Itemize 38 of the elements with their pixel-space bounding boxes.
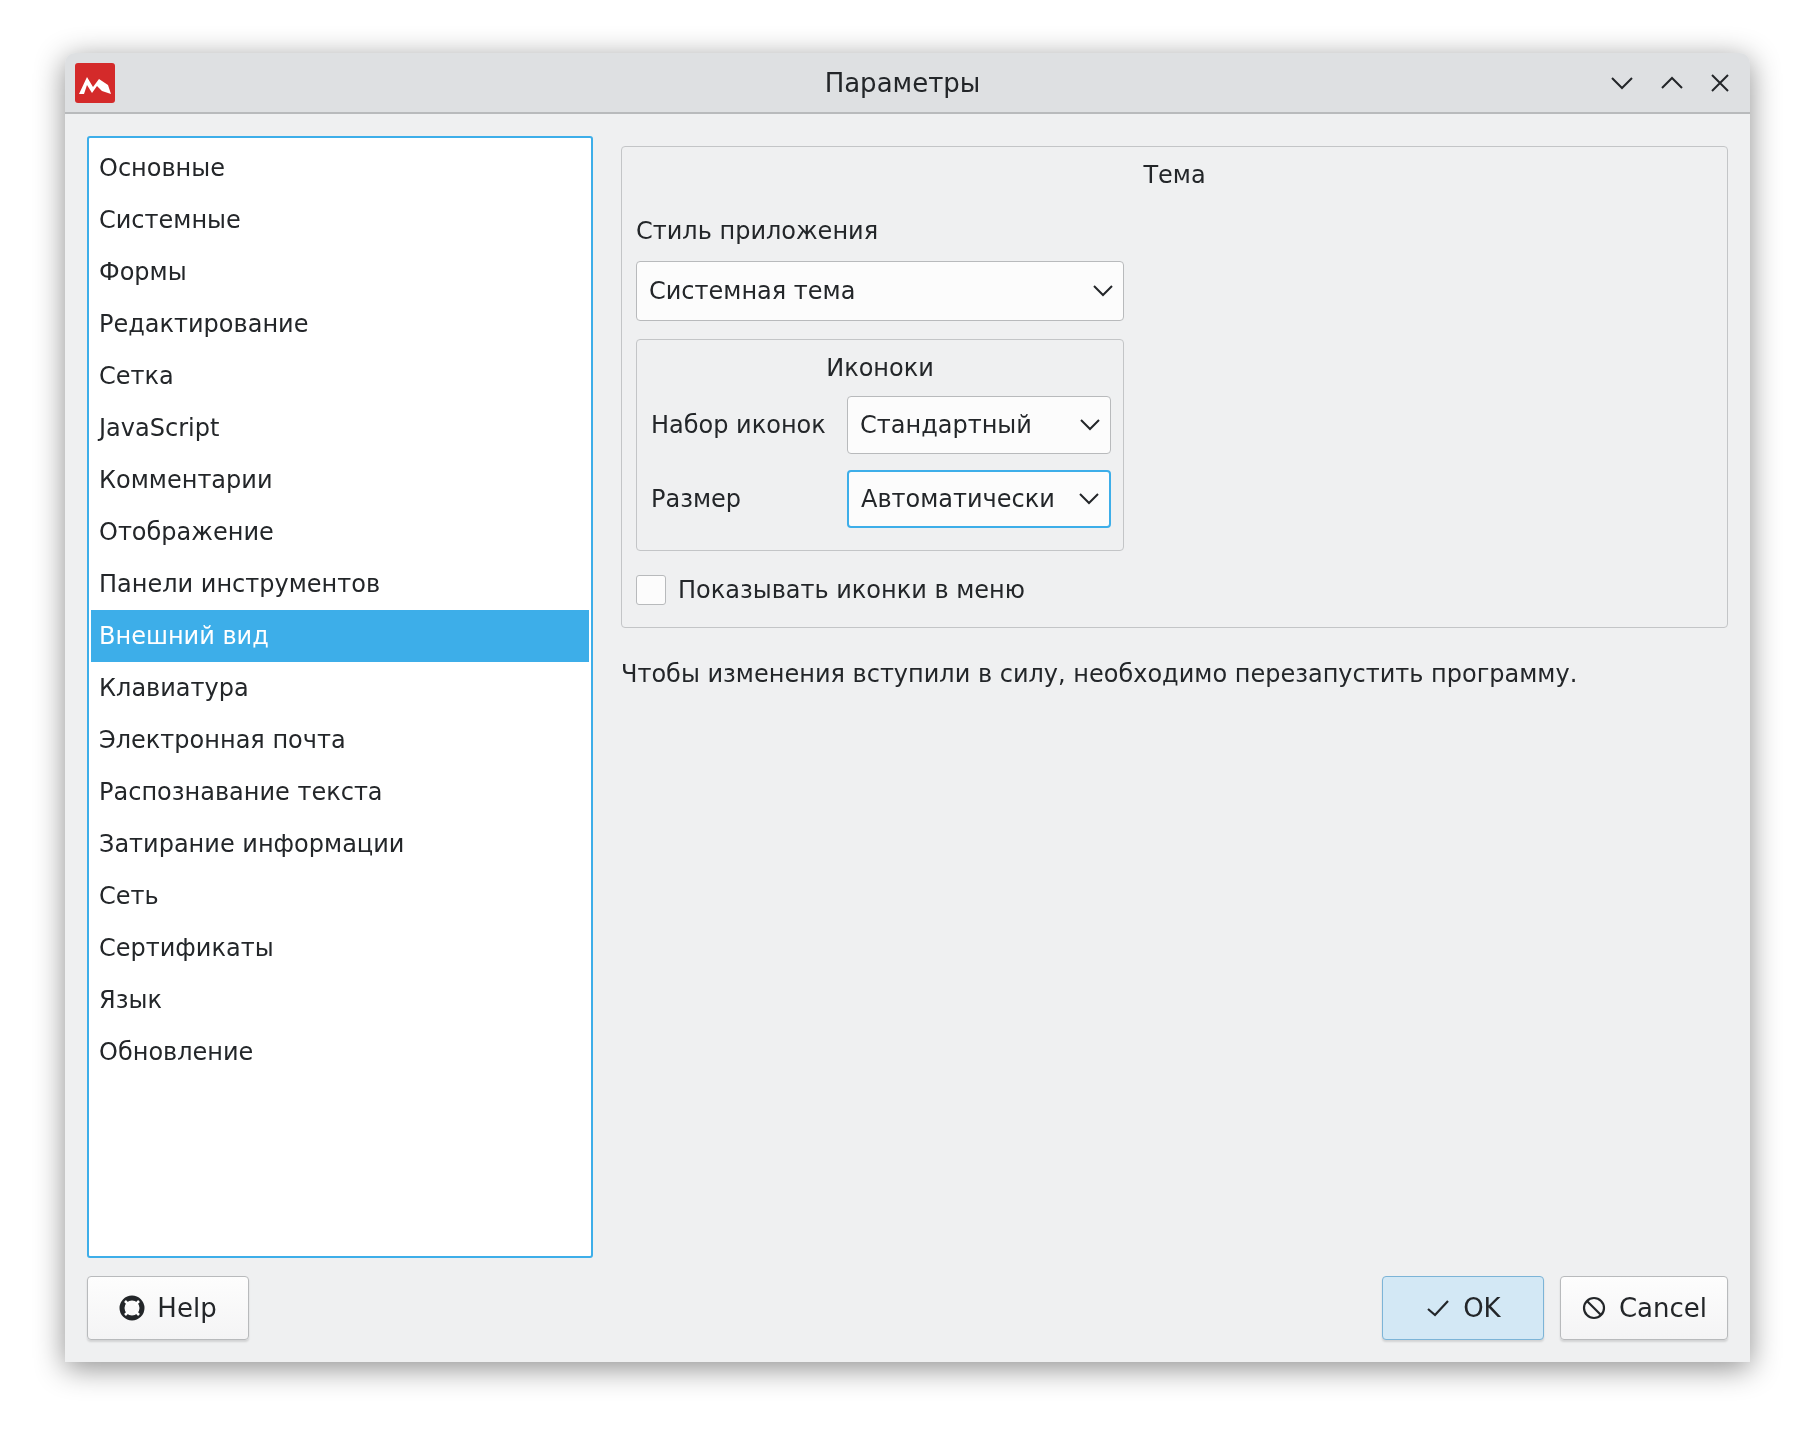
dropdown[interactable]: Стандартный [847,396,1111,454]
category-item[interactable]: Сертификаты [91,922,589,974]
category-item[interactable]: Сетка [91,350,589,402]
category-item[interactable]: Панели инструментов [91,558,589,610]
style-dropdown[interactable]: Системная тема [636,261,1124,321]
category-item[interactable]: Распознавание текста [91,766,589,818]
window-title: Параметры [823,67,982,98]
cancel-button[interactable]: Cancel [1559,1276,1728,1340]
category-item[interactable]: Системные [91,194,589,246]
category-item[interactable]: Комментарии [91,454,589,506]
app-logo-icon [75,62,115,103]
help-button[interactable]: Help [87,1276,249,1340]
minimize-icon[interactable] [1610,75,1634,90]
category-item[interactable]: Язык [91,974,589,1026]
field-label: Стиль приложения [636,217,879,245]
ok-button[interactable]: OK [1381,1276,1544,1340]
checkbox-label[interactable]: Показывать иконки в меню [678,576,1025,604]
lifebuoy-icon [119,1295,146,1321]
checkbox[interactable] [636,575,666,605]
group-title: Иконоки [826,354,934,382]
dropdown[interactable]: Автоматически [847,470,1111,528]
maximize-icon[interactable] [1660,75,1684,90]
category-item[interactable]: Клавиатура [91,662,589,714]
category-item[interactable]: Формы [91,246,589,298]
restart-note: Чтобы изменения вступили в силу, необходимо перезапустить программу. [621,660,1579,688]
close-icon[interactable] [1710,72,1730,93]
category-item[interactable]: Электронная почта [91,714,589,766]
group-title: Тема [1143,161,1206,189]
category-item[interactable]: Основные [91,142,589,194]
field-label: Размер [651,485,743,513]
category-item[interactable]: Редактирование [91,298,589,350]
category-item[interactable]: Обновление [91,1026,589,1078]
field-label: Набор иконок [651,411,827,439]
category-item[interactable]: JavaScript [91,402,589,454]
category-item[interactable]: Отображение [91,506,589,558]
category-item[interactable]: Затирание информации [91,818,589,870]
category-item[interactable]: Сеть [91,870,589,922]
prohibited-icon [1580,1295,1607,1321]
